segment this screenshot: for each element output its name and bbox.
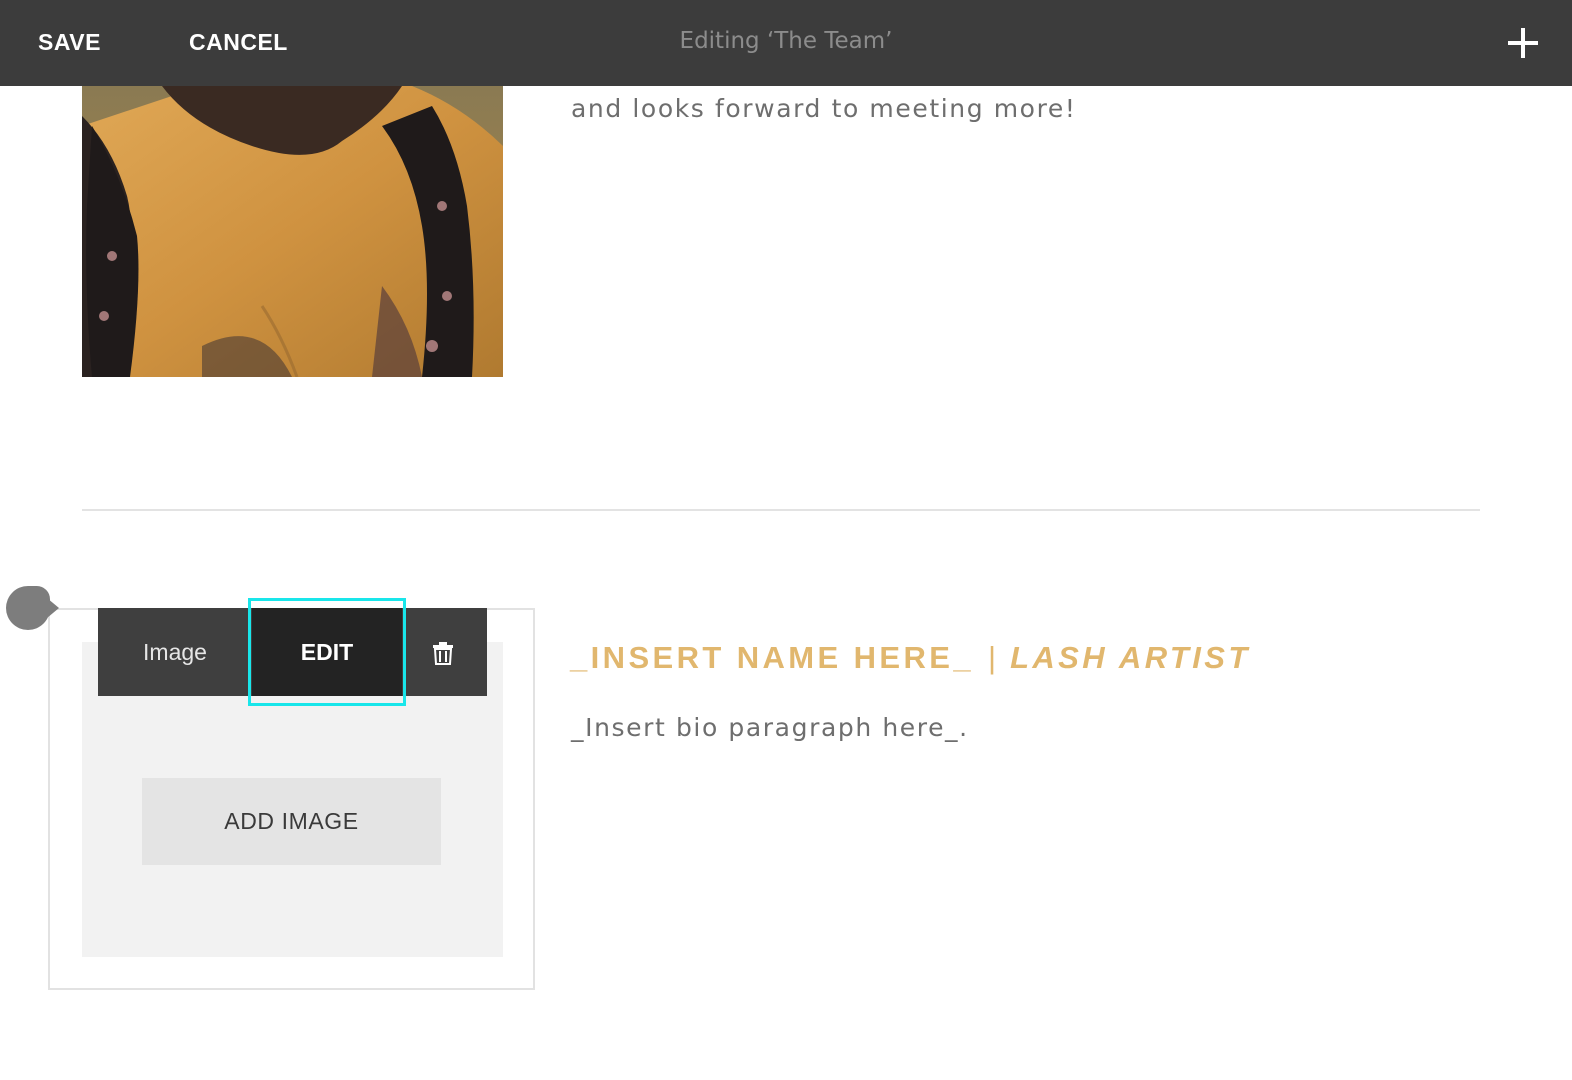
lower-bio-text[interactable]: _Insert bio paragraph here_.	[571, 713, 969, 742]
block-toolbar: Image EDIT	[98, 608, 487, 696]
editor-title: Editing ‘The Team’	[679, 28, 893, 54]
drag-handle-icon[interactable]	[6, 586, 59, 630]
member-role: LASH ARTIST	[1010, 640, 1251, 675]
upper-bio-text: and looks forward to meeting more!	[571, 94, 1077, 123]
trash-icon[interactable]	[432, 641, 454, 665]
edit-button[interactable]: EDIT	[252, 608, 402, 696]
team-member-photo[interactable]	[82, 86, 503, 377]
photo-graphic	[82, 86, 503, 377]
member-heading[interactable]: _INSERT NAME HERE_ | LASH ARTIST	[570, 640, 1251, 676]
member-name: _INSERT NAME HERE_	[570, 640, 974, 675]
block-type-label: Image	[143, 639, 207, 665]
plus-icon[interactable]	[1506, 26, 1540, 60]
section-divider	[82, 509, 1480, 511]
editor-toolbar: SAVE CANCEL Editing ‘The Team’	[0, 0, 1572, 86]
heading-separator: |	[988, 640, 997, 675]
page: SAVE CANCEL Editing ‘The Team’ and looks…	[0, 0, 1572, 1080]
add-image-button[interactable]: ADD IMAGE	[142, 778, 441, 865]
